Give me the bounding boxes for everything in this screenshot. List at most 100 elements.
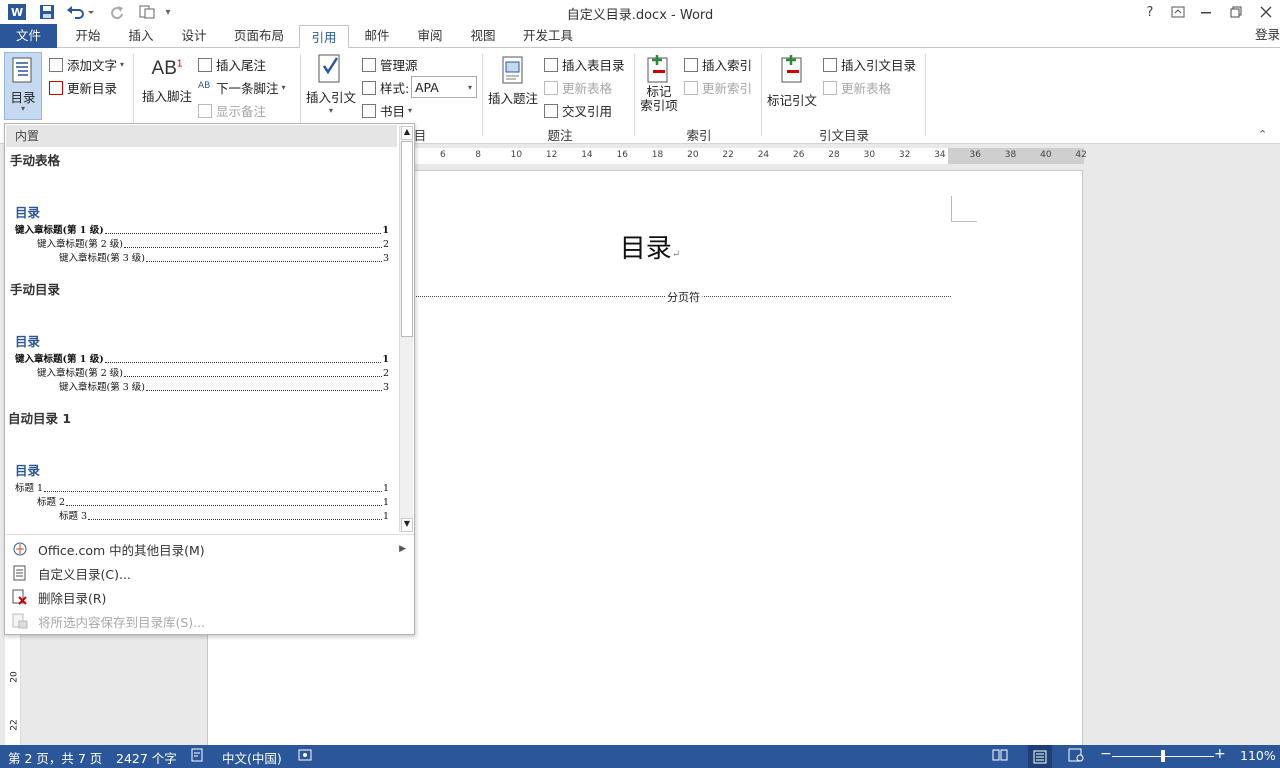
show-notes-button[interactable]: 显示备注 [198,101,266,120]
insert-endnote-button[interactable]: 插入尾注 [198,55,266,74]
style-dropdown[interactable]: APA ▾ [411,76,477,98]
gallery-toc-line: 键入章标题(第 2 级) 2 [37,239,389,250]
more-toc-from-office-button[interactable]: Office.com 中的其他目录(M) ▶ [6,537,414,561]
cross-reference-button[interactable]: 交叉引用 [544,101,612,120]
document-heading-text: 目录 [619,234,672,264]
custom-toc-icon [11,564,29,582]
mark-citation-icon [779,54,805,84]
gallery-item-manual-table[interactable]: 手动表格 目录 键入章标题(第 1 级) 1 键入章标题(第 2 级) 2 键入章标… [5,148,399,270]
update-authorities-button[interactable]: 更新表格 [823,78,891,97]
title-bar: W ▾ 自定义目录.docx - Word ? [0,0,1280,24]
close-button[interactable] [1254,2,1278,22]
next-footnote-button[interactable]: AB 下一条脚注 ▾ [198,78,286,97]
page-count-indicator[interactable]: 第 2 页，共 7 页 [8,748,102,767]
menu-divider [6,534,414,535]
remove-toc-button[interactable]: 删除目录(R) [6,585,414,609]
mark-citation-button[interactable]: 标记引文 [764,54,820,109]
sign-in-link[interactable]: 登录 [1255,24,1280,46]
update-toc-button[interactable]: 更新目录 [49,78,117,97]
gallery-item-manual-toc[interactable]: 手动目录 目录 键入章标题(第 1 级) 1 键入章标题(第 2 级) 2 键入章标… [5,277,399,399]
cross-reference-icon [544,103,558,118]
table-of-authorities-icon [823,57,837,72]
read-mode-icon[interactable] [992,748,1008,762]
tab-insert[interactable]: 插入 [116,24,166,48]
gallery-scrollbar[interactable]: ▲ ▼ [399,126,413,532]
ruler-tick-label: 20 [687,150,699,160]
tab-developer[interactable]: 开发工具 [514,24,582,48]
group-separator [925,54,926,136]
web-layout-icon[interactable] [1068,748,1084,762]
update-index-label: 更新索引 [702,81,753,96]
insert-table-of-authorities-button[interactable]: 插入引文目录 [823,55,916,74]
zoom-slider-thumb[interactable] [1161,750,1165,762]
scroll-down-icon[interactable]: ▼ [401,518,413,532]
status-bar: 第 2 页，共 7 页 2427 个字 中文(中国) − + 110% [0,745,1280,768]
manage-sources-button[interactable]: 管理源 [362,55,418,74]
update-index-button[interactable]: 更新索引 [684,78,752,97]
vruler-tick-22: 22 [9,719,20,731]
zoom-in-icon[interactable]: + [1214,746,1226,762]
insert-table-of-figures-button[interactable]: 插入表目录 [544,55,625,74]
ruler-tick-label: 22 [722,150,734,160]
remove-toc-icon [11,588,29,606]
ruler-tick-label: 28 [828,150,840,160]
save-selection-to-gallery-button[interactable]: 将所选内容保存到目录库(S)... [6,609,414,633]
mark-entry-button[interactable]: 标记 索引项 [638,54,680,113]
ribbon-display-options-button[interactable] [1166,2,1190,22]
print-layout-icon[interactable] [1028,745,1052,768]
toc-button[interactable]: 目录 ▾ [4,52,42,120]
ruler-tick-label: 6 [440,150,446,160]
group-separator [761,54,762,136]
update-toc-label: 更新目录 [67,81,118,96]
ribbon-tabs: 文件 开始 插入 设计 页面布局 引用 邮件 审阅 视图 开发工具 登录 [0,24,1280,49]
zoom-out-icon[interactable]: − [1100,746,1112,762]
scrollbar-thumb[interactable] [401,141,413,337]
bibliography-label: 书目 [380,104,406,119]
horizontal-ruler[interactable]: 6 8 10 12 14 16 18 20 22 24 26 28 30 32 34 36 38 40 42 [414,148,1087,164]
save-to-gallery-icon [11,612,29,630]
update-table-label: 更新表格 [562,81,613,96]
bibliography-button[interactable]: 书目 ▾ [362,101,412,120]
ruler-tick-label: 42 [1075,150,1087,160]
gallery-item-automatic-toc-1[interactable]: 自动目录 1 目录 标题 11 标题 21 标题 31 [5,406,399,530]
document-heading[interactable]: 目录↵ [600,228,700,265]
tab-review[interactable]: 审阅 [405,24,455,48]
minimize-button[interactable] [1194,2,1218,22]
tab-view[interactable]: 视图 [458,24,508,48]
gallery-toc-line: 标题 21 [37,497,389,508]
add-text-icon [49,57,63,72]
insert-footnote-button[interactable]: AB1 插入脚注 [140,58,194,105]
collapse-ribbon-icon[interactable]: ⌃ [1258,128,1267,141]
window-title: 自定义目录.docx - Word [566,8,714,23]
table-of-figures-icon [544,57,558,72]
submenu-arrow-icon: ▶ [399,544,406,554]
update-index-icon [684,80,698,95]
tab-design[interactable]: 设计 [170,24,218,48]
help-button[interactable]: ? [1138,2,1162,22]
gallery-toc-line: 标题 31 [59,511,389,522]
macro-record-icon[interactable] [298,748,312,762]
proofing-icon[interactable] [190,748,204,762]
scroll-up-icon[interactable]: ▲ [401,126,413,140]
ruler-tick-label: 8 [475,150,482,160]
mark-citation-label: 标记引文 [766,93,817,108]
tab-page-layout[interactable]: 页面布局 [224,24,294,48]
tab-mailings[interactable]: 邮件 [352,24,402,48]
language-indicator[interactable]: 中文(中国) [222,748,282,767]
insert-caption-button[interactable]: 插入题注 [487,56,539,107]
restore-button[interactable] [1224,2,1248,22]
tab-file[interactable]: 文件 [0,24,57,48]
insert-footnote-label: 插入脚注 [141,89,192,104]
custom-toc-button[interactable]: 自定义目录(C)... [6,561,414,585]
endnote-icon [198,57,212,72]
gallery-toc-line: 键入章标题(第 1 级) 1 [15,354,389,365]
add-text-button[interactable]: 添加文字 ▾ [49,55,124,74]
tab-references[interactable]: 引用 [299,25,349,49]
zoom-level[interactable]: 110% [1240,748,1276,763]
ruler-tick-label: 26 [793,150,805,160]
insert-citation-button[interactable]: 插入引文 ▾ [304,54,358,115]
insert-index-button[interactable]: 插入索引 [684,55,752,74]
update-table-button[interactable]: 更新表格 [544,78,612,97]
tab-home[interactable]: 开始 [62,24,114,48]
word-count-indicator[interactable]: 2427 个字 [116,748,177,767]
